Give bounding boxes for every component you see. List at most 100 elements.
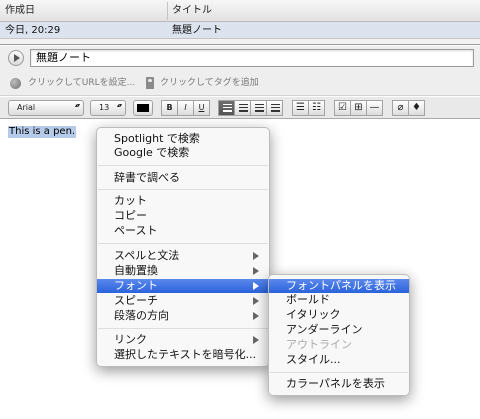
menu-item-label: アンダーライン — [286, 323, 363, 336]
row-created-date: 今日, 20:29 — [5, 25, 61, 36]
menu-item-label: スピーチ — [114, 294, 158, 307]
submenu-arrow-icon — [253, 282, 259, 290]
microphone-icon: ♦ — [412, 102, 421, 113]
font-size-select[interactable]: 13 — [90, 100, 126, 116]
align-left-button[interactable] — [218, 100, 235, 116]
checkbox-icon: ☑ — [338, 102, 347, 113]
url-field[interactable]: クリックしてURLを設定... — [28, 70, 135, 96]
submenu-arrow-icon — [253, 336, 259, 344]
column-header-title[interactable]: タイトル — [172, 0, 472, 22]
app-window: 作成日 タイトル 今日, 20:29 無題ノート 無題ノート クリックしてURL… — [0, 0, 480, 419]
menu-item-font[interactable]: フォント — [97, 279, 269, 293]
menu-item-label: カット — [114, 194, 147, 207]
menu-item-label: イタリック — [286, 308, 341, 321]
bullet-list-button[interactable]: ☰ — [292, 100, 309, 116]
align-center-icon — [239, 104, 248, 112]
align-justify-icon — [271, 104, 280, 112]
menu-item-underline[interactable]: アンダーライン — [269, 323, 409, 337]
menu-item-show-fonts[interactable]: フォントパネルを表示 — [269, 279, 409, 293]
align-right-button[interactable] — [250, 100, 267, 116]
table-button[interactable]: ⊞ — [350, 100, 367, 116]
tag-field[interactable]: クリックしてタグを追加 — [160, 70, 259, 96]
submenu-arrow-icon — [253, 267, 259, 275]
menu-item-outline: アウトライン — [269, 338, 409, 352]
menu-item-label: スペルと文法 — [114, 249, 180, 262]
note-title-bar: 無題ノート — [0, 46, 480, 70]
align-left-icon — [223, 104, 232, 112]
column-divider[interactable] — [167, 2, 168, 20]
horizontal-rule-button[interactable]: — — [366, 100, 383, 116]
menu-item-label: Spotlight で検索 — [114, 132, 200, 145]
table-icon: ⊞ — [354, 102, 363, 113]
font-submenu: フォントパネルを表示 ボールド イタリック アンダーライン アウトライン スタイ… — [268, 274, 410, 396]
font-family-select[interactable]: Arial — [8, 100, 84, 116]
menu-item-show-colors[interactable]: カラーパネルを表示 — [269, 377, 409, 391]
globe-icon — [10, 78, 21, 89]
horizontal-rule-icon: — — [369, 102, 380, 113]
menu-item-label: スタイル... — [286, 353, 341, 366]
menu-item-substitutions[interactable]: 自動置換 — [97, 264, 269, 278]
menu-item-label: Google で検索 — [114, 146, 190, 159]
menu-separator — [98, 189, 268, 190]
submenu-arrow-icon — [253, 297, 259, 305]
column-header-created[interactable]: 作成日 — [5, 0, 160, 22]
menu-item-bold[interactable]: ボールド — [269, 293, 409, 307]
menu-item-label: コピー — [114, 209, 147, 222]
underline-button[interactable]: U — [193, 100, 210, 116]
attachment-button[interactable]: ⌀ — [392, 100, 409, 116]
numbered-list-button[interactable]: ☷ — [308, 100, 325, 116]
table-row[interactable]: 今日, 20:29 無題ノート — [0, 22, 480, 39]
menu-item-label: 段落の方向 — [114, 309, 169, 322]
menu-separator — [98, 243, 268, 244]
submenu-arrow-icon — [253, 252, 259, 260]
menu-item-spotlight-search[interactable]: Spotlight で検索 — [97, 132, 269, 146]
menu-item-italic[interactable]: イタリック — [269, 308, 409, 322]
align-center-button[interactable] — [234, 100, 251, 116]
menu-item-label: アウトライン — [286, 338, 352, 351]
text-color-button[interactable] — [133, 100, 153, 116]
menu-item-styles[interactable]: スタイル... — [269, 353, 409, 367]
row-title: 無題ノート — [172, 25, 222, 36]
tag-icon — [146, 77, 154, 89]
menu-separator — [98, 328, 268, 329]
menu-item-label: ペースト — [114, 224, 158, 237]
context-menu: Spotlight で検索 Google で検索 辞書で調べる カット コピー … — [96, 127, 270, 367]
selected-text[interactable]: This is a pen. — [8, 126, 77, 138]
menu-separator — [270, 372, 408, 373]
menu-item-label: カラーパネルを表示 — [286, 377, 385, 390]
microphone-button[interactable]: ♦ — [408, 100, 425, 116]
note-list-splitter[interactable] — [0, 39, 480, 45]
bold-button[interactable]: B — [161, 100, 178, 116]
checkbox-button[interactable]: ☑ — [334, 100, 351, 116]
play-icon[interactable] — [8, 50, 24, 66]
bullet-list-icon: ☰ — [296, 102, 305, 113]
menu-item-link[interactable]: リンク — [97, 333, 269, 347]
menu-item-label: 辞書で調べる — [114, 171, 180, 184]
align-justify-button[interactable] — [266, 100, 283, 116]
menu-item-label: フォント — [114, 279, 158, 292]
menu-item-paragraph-direction[interactable]: 段落の方向 — [97, 309, 269, 323]
menu-item-dictionary[interactable]: 辞書で調べる — [97, 171, 269, 185]
menu-item-label: リンク — [114, 333, 147, 346]
note-list-header: 作成日 タイトル — [0, 0, 480, 22]
menu-item-encrypt-selection[interactable]: 選択したテキストを暗号化... — [97, 348, 269, 362]
color-swatch-icon — [137, 104, 149, 112]
menu-item-spelling-grammar[interactable]: スペルと文法 — [97, 249, 269, 263]
menu-item-google-search[interactable]: Google で検索 — [97, 146, 269, 160]
note-meta-row: クリックしてURLを設定... クリックしてタグを追加 — [0, 70, 480, 96]
menu-item-cut[interactable]: カット — [97, 194, 269, 208]
format-toolbar: Arial 13 B I U ☰ ☷ ☑ ⊞ — ⌀ ♦ — [0, 97, 480, 119]
menu-item-speech[interactable]: スピーチ — [97, 294, 269, 308]
align-right-icon — [255, 104, 264, 112]
menu-item-label: ボールド — [286, 293, 330, 306]
menu-separator — [98, 165, 268, 166]
menu-item-label: 選択したテキストを暗号化... — [114, 348, 257, 361]
menu-item-paste[interactable]: ペースト — [97, 224, 269, 238]
italic-button[interactable]: I — [177, 100, 194, 116]
numbered-list-icon: ☷ — [312, 102, 321, 113]
note-title-input[interactable]: 無題ノート — [30, 49, 474, 67]
menu-item-copy[interactable]: コピー — [97, 209, 269, 223]
attachment-icon: ⌀ — [397, 102, 404, 113]
menu-item-label: フォントパネルを表示 — [286, 279, 396, 292]
submenu-arrow-icon — [253, 312, 259, 320]
